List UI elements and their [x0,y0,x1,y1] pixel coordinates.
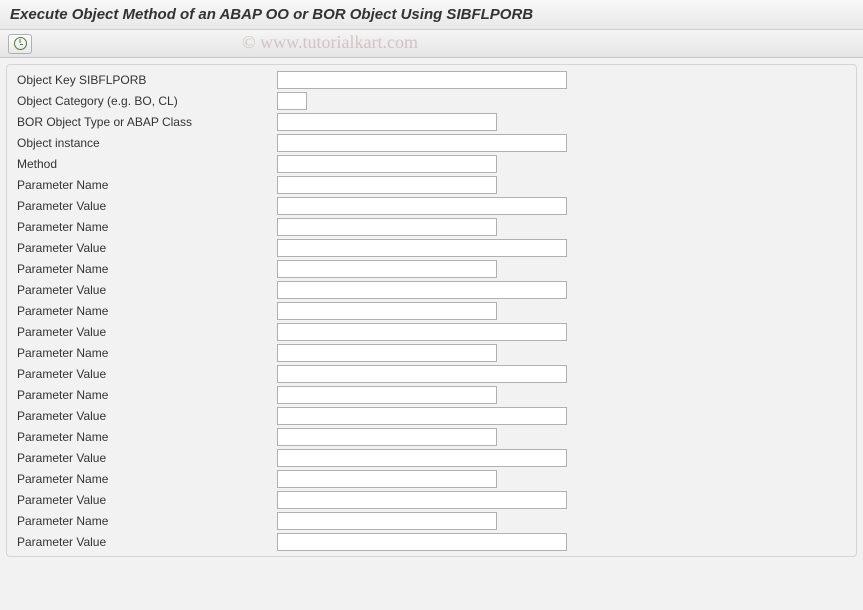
form-row: Parameter Name [7,258,856,279]
form-row: Parameter Value [7,489,856,510]
parameter-name-1-label: Parameter Name [17,178,277,192]
bor-object-type-input[interactable] [277,113,497,131]
parameter-value-4-input[interactable] [277,323,567,341]
parameter-value-3-input[interactable] [277,281,567,299]
form-row: Parameter Name [7,468,856,489]
clock-icon [14,37,27,50]
form-row: Parameter Value [7,531,856,552]
parameter-name-6-input[interactable] [277,386,497,404]
form-row: Object Category (e.g. BO, CL) [7,90,856,111]
form-row: Parameter Value [7,405,856,426]
parameter-value-5-label: Parameter Value [17,367,277,381]
parameter-name-4-input[interactable] [277,302,497,320]
parameter-name-2-input[interactable] [277,218,497,236]
parameter-value-2-input[interactable] [277,239,567,257]
form-panel: Object Key SIBFLPORB Object Category (e.g… [6,64,857,557]
parameter-name-8-input[interactable] [277,470,497,488]
parameter-name-4-label: Parameter Name [17,304,277,318]
form-row: Parameter Value [7,447,856,468]
object-instance-label: Object instance [17,136,277,150]
parameter-value-4-label: Parameter Value [17,325,277,339]
parameter-value-7-label: Parameter Value [17,451,277,465]
object-category-label: Object Category (e.g. BO, CL) [17,94,277,108]
form-row: Parameter Value [7,363,856,384]
form-row: Object instance [7,132,856,153]
form-row: Parameter Name [7,300,856,321]
object-instance-input[interactable] [277,134,567,152]
form-row: Parameter Name [7,384,856,405]
object-category-input[interactable] [277,92,307,110]
form-row: Parameter Name [7,216,856,237]
form-row: Parameter Name [7,426,856,447]
parameter-value-8-label: Parameter Value [17,493,277,507]
parameter-name-1-input[interactable] [277,176,497,194]
parameter-value-9-label: Parameter Value [17,535,277,549]
parameter-name-6-label: Parameter Name [17,388,277,402]
parameter-name-5-input[interactable] [277,344,497,362]
page-title: Execute Object Method of an ABAP OO or B… [0,0,863,30]
form-row: Parameter Name [7,174,856,195]
parameter-name-7-input[interactable] [277,428,497,446]
form-row: Parameter Value [7,237,856,258]
parameter-name-5-label: Parameter Name [17,346,277,360]
form-row: Parameter Name [7,510,856,531]
form-row: Parameter Name [7,342,856,363]
parameter-value-5-input[interactable] [277,365,567,383]
execute-button[interactable] [8,34,32,54]
parameter-name-9-label: Parameter Name [17,514,277,528]
method-input[interactable] [277,155,497,173]
parameter-value-6-label: Parameter Value [17,409,277,423]
toolbar [0,30,863,58]
parameter-value-2-label: Parameter Value [17,241,277,255]
bor-object-type-label: BOR Object Type or ABAP Class [17,115,277,129]
form-row: Parameter Value [7,195,856,216]
parameter-value-1-label: Parameter Value [17,199,277,213]
form-row: Method [7,153,856,174]
parameter-name-8-label: Parameter Name [17,472,277,486]
form-row: Parameter Value [7,321,856,342]
parameter-value-8-input[interactable] [277,491,567,509]
parameter-name-3-input[interactable] [277,260,497,278]
parameter-value-6-input[interactable] [277,407,567,425]
form-row: Object Key SIBFLPORB [7,69,856,90]
parameter-value-7-input[interactable] [277,449,567,467]
form-row: BOR Object Type or ABAP Class [7,111,856,132]
parameter-value-3-label: Parameter Value [17,283,277,297]
parameter-value-9-input[interactable] [277,533,567,551]
object-key-label: Object Key SIBFLPORB [17,73,277,87]
parameter-name-2-label: Parameter Name [17,220,277,234]
object-key-input[interactable] [277,71,567,89]
parameter-name-9-input[interactable] [277,512,497,530]
parameter-name-7-label: Parameter Name [17,430,277,444]
parameter-value-1-input[interactable] [277,197,567,215]
parameter-name-3-label: Parameter Name [17,262,277,276]
method-label: Method [17,157,277,171]
form-row: Parameter Value [7,279,856,300]
